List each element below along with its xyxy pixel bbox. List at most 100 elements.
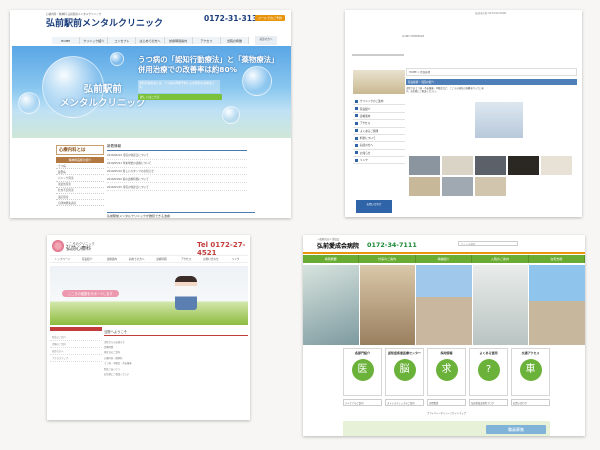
nav-item[interactable]: はじめての方へ: [136, 37, 165, 44]
bullet-icon: [355, 129, 358, 133]
header-info: 弘前市大町 0172-00-0000: [475, 12, 507, 15]
website-screenshot-mental-clinic: 心療内科・精神科 弘前駅前メンタルクリニック 弘前駅前メンタルクリニック 017…: [10, 10, 291, 218]
sidebar-item[interactable]: 診療のご案内: [50, 341, 102, 348]
side-menu-label: 院長紹介: [360, 107, 371, 111]
left-sidebar: 心療内科とは 精神科医師の紹介 うつ病 躁鬱病 パニック障害 強迫性障害 社交不…: [56, 145, 104, 215]
nav-item[interactable]: 院長紹介: [75, 256, 100, 262]
nav-item[interactable]: 在宅支援: [529, 255, 585, 263]
nav-item[interactable]: 診療時間: [149, 256, 174, 262]
site-logo[interactable]: 弘前心療科: [66, 245, 91, 252]
service-card[interactable]: 認知症疾患医療センター脳: [385, 348, 424, 396]
nav-item[interactable]: 外来のご案内: [359, 255, 416, 263]
side-menu-item[interactable]: 院長紹介: [353, 105, 405, 113]
mail-reservation-button[interactable]: メールでのご予約: [255, 15, 285, 21]
bullet-icon: [355, 99, 358, 103]
sidebar-item[interactable]: 自律神経失調症: [56, 200, 104, 207]
nav-item[interactable]: リンク: [223, 256, 248, 262]
card-title: 各部門紹介: [354, 351, 370, 355]
nav-item[interactable]: 診療案内: [100, 256, 125, 262]
nav-item[interactable]: クリニック紹介: [80, 37, 109, 44]
nav-item[interactable]: 病院概要: [303, 255, 360, 263]
side-menu-item[interactable]: アクセス: [353, 120, 405, 128]
facility-photo: [442, 156, 473, 175]
sub-link[interactable]: デイケアのご案内: [343, 399, 382, 406]
side-menu-label: 初診の方へ: [360, 144, 373, 148]
news-item[interactable]: 2016/05/21 年末年始の診療について: [107, 160, 247, 168]
bullet-icon: [355, 114, 358, 118]
nav-item[interactable]: 病棟紹介: [416, 255, 473, 263]
side-menu-item[interactable]: 診療案内: [353, 113, 405, 121]
news-item[interactable]: 2016/04/02 春の診療時間について: [107, 175, 247, 184]
nav-item[interactable]: HOME: [52, 37, 81, 44]
sidebar-item[interactable]: 初診の方へ: [50, 348, 102, 355]
sub-link[interactable]: 弘前愛成会病院ブログ: [469, 399, 508, 406]
phone-number[interactable]: 0172-34-7111: [367, 241, 417, 249]
nav-item[interactable]: アクセス: [174, 256, 199, 262]
bullet-icon: [355, 143, 358, 147]
content-line: お気軽にご相談ください: [104, 372, 130, 376]
recruit-button[interactable]: 職員募集: [486, 425, 546, 434]
card-title: よくある質問: [479, 351, 498, 355]
side-menu-item[interactable]: 料金について: [353, 135, 405, 143]
nav-item[interactable]: お問い合わせ: [199, 256, 224, 262]
service-card[interactable]: 採用情報求: [427, 348, 466, 396]
side-menu-item[interactable]: リンク: [353, 157, 405, 165]
news-item[interactable]: 2016/06/14 当院の休診日について: [107, 152, 247, 160]
side-menu-item[interactable]: よくあるご質問: [353, 128, 405, 135]
facility-photo: [409, 156, 440, 175]
sidebar-item[interactable]: 院長のご紹介: [50, 334, 102, 341]
side-menu-item[interactable]: 初診の方へ: [353, 142, 405, 150]
service-card[interactable]: よくある質問?: [469, 348, 508, 396]
side-menu: クリニックのご案内 院長紹介 診療案内 アクセス よくあるご質問 料金について …: [353, 98, 405, 165]
first-visit-button[interactable]: 初診の方へ: [255, 36, 277, 45]
search-input[interactable]: サイト内検索: [458, 241, 518, 246]
service-card[interactable]: 交通アクセス車: [511, 348, 550, 396]
contact-banner[interactable]: お問い合わせ: [356, 200, 392, 213]
side-menu-label: 料金について: [360, 137, 376, 141]
nav-item[interactable]: 当院の特徴: [221, 37, 249, 44]
news-item[interactable]: 2016/03/15 当院の休診日について: [107, 183, 247, 191]
facility-photo: [541, 156, 572, 175]
service-card[interactable]: 各部門紹介医: [343, 348, 382, 396]
sidebar-heading[interactable]: 心療内科とは: [56, 145, 104, 155]
facility-photo: [416, 265, 472, 345]
hero-banner: こころの健康をサポートします: [50, 266, 248, 325]
hero-clinic-name-2: メンタルクリニック: [60, 97, 146, 109]
sidebar-banner-image: [353, 70, 405, 94]
hero-detail-button[interactable]: 詳しくはこちら: [138, 94, 222, 100]
sidebar-bar: [50, 327, 102, 331]
hero-note: 認知行動療法とは、うつ病の再発予防にも効果的な治療法です。: [138, 80, 220, 93]
nav-item[interactable]: トップページ: [50, 256, 75, 262]
side-menu-item[interactable]: お知らせ: [353, 150, 405, 157]
facility-photo: [508, 156, 539, 175]
card-title: 交通アクセス: [521, 351, 540, 355]
bubble-decoration: [242, 66, 272, 96]
site-logo[interactable]: 弘前駅前メンタルクリニック: [46, 16, 163, 29]
sub-link[interactable]: お問い合わせ: [511, 399, 550, 406]
nav-line: [352, 54, 404, 56]
sub-link[interactable]: ストレスチェックのご案内: [385, 399, 424, 406]
news-item[interactable]: 2016/05/10 新しいスタッフのお知らせ: [107, 168, 247, 176]
side-menu-item[interactable]: クリニックのご案内: [353, 98, 405, 106]
nav-item[interactable]: 初めての方へ: [124, 256, 149, 262]
sub-link[interactable]: 訪問看護: [427, 399, 466, 406]
bullet-icon: [355, 151, 358, 155]
hero-clinic-name: 弘前駅前 メンタルクリニック: [60, 83, 146, 111]
recruit-icon: 求: [435, 359, 458, 381]
nav-item[interactable]: 入院のご案内: [472, 255, 529, 263]
intro-paragraph: 当院ではうつ病・不安障害・不眠症など、こころの病気の治療を行っています。お気軽に…: [406, 87, 484, 94]
car-icon: 車: [519, 359, 542, 381]
nav-item[interactable]: 診療時間案内: [165, 37, 193, 44]
nav-item[interactable]: アクセス: [193, 37, 221, 44]
facility-photo: [303, 265, 359, 345]
staff-photo: [475, 102, 523, 138]
nav-item[interactable]: コンセプト: [108, 37, 137, 44]
website-screenshot-hospital: 一般財団法人 愛成会 弘前愛成会病院 0172-34-7111 サイト内検索 病…: [303, 235, 585, 436]
site-logo[interactable]: 弘前愛成会病院: [317, 241, 359, 250]
hero-caption: こころの健康をサポートします: [62, 290, 119, 297]
phone-number[interactable]: 0172-31-3133: [204, 14, 262, 23]
sidebar-item[interactable]: アクセスマップ: [50, 355, 102, 362]
breadcrumb[interactable]: HOME > 院長挨拶: [406, 68, 577, 76]
footer-nav[interactable]: プライバシーポリシー | サイトマップ: [343, 411, 550, 416]
card-title: 認知症疾患医療センター: [387, 351, 421, 355]
